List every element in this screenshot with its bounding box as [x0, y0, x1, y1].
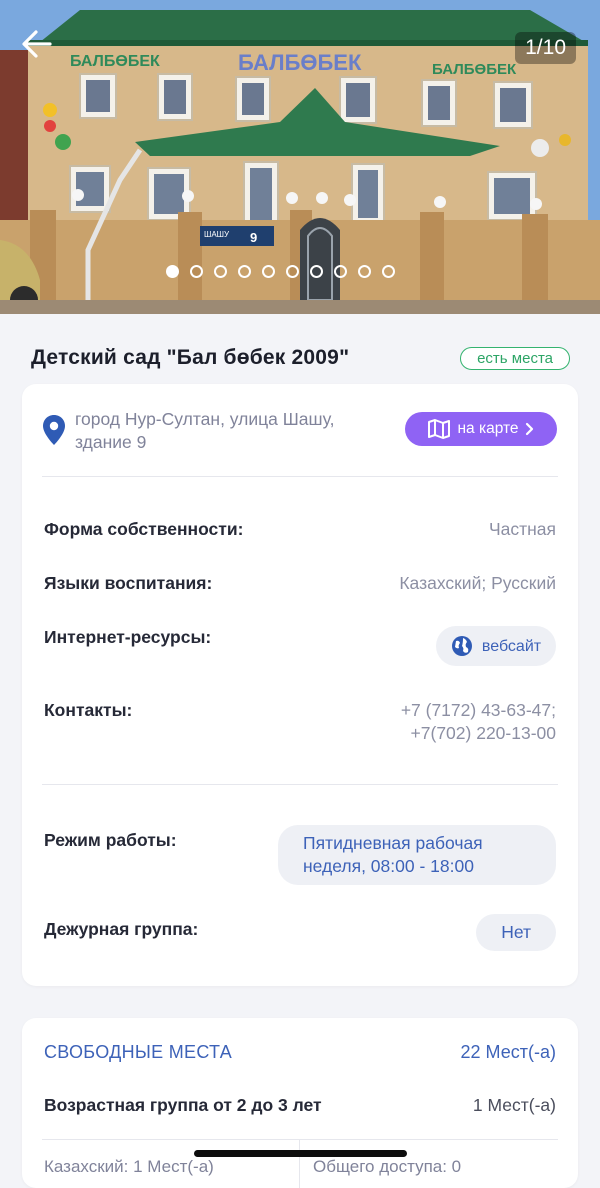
pagination-dot[interactable] [382, 265, 395, 278]
ownership-label: Форма собственности: [44, 519, 244, 539]
address-text: город Нур-Султан, улица Шашу, здание 9 [75, 408, 415, 454]
chevron-right-icon [525, 422, 533, 436]
photo-counter: 1/10 [515, 32, 576, 64]
location-pin-icon [43, 415, 65, 445]
globe-icon [451, 636, 472, 656]
divider [42, 1139, 558, 1140]
sign-left: БАЛБӨБЕК [70, 53, 160, 70]
work-mode-line-1: Пятидневная рабочая [303, 833, 483, 853]
work-mode-value: Пятидневная рабочая неделя, 08:00 - 18:0… [278, 825, 556, 885]
pagination-dot[interactable] [334, 265, 347, 278]
internet-resources-label: Интернет-ресурсы: [44, 627, 212, 647]
pagination-dot[interactable] [310, 265, 323, 278]
duty-group-label: Дежурная группа: [44, 919, 199, 939]
sign-right: БАЛБӨБЕК [432, 61, 517, 78]
pagination-dot[interactable] [214, 265, 227, 278]
work-mode-line-2: неделя, 08:00 - 18:00 [303, 856, 474, 876]
page-title: Детский сад "Бал бөбек 2009" [31, 346, 350, 369]
pagination-dot[interactable] [358, 265, 371, 278]
contacts-value[interactable]: +7 (7172) 43-63-47; +7(702) 220-13-00 [401, 699, 556, 745]
map-button-label: на карте [457, 420, 519, 437]
languages-label: Языки воспитания: [44, 573, 213, 593]
show-on-map-button[interactable]: на карте [405, 412, 557, 446]
pagination-dot[interactable] [190, 265, 203, 278]
back-button[interactable] [22, 30, 66, 70]
availability-badge: есть места [460, 346, 570, 370]
free-places-title: СВОБОДНЫЕ МЕСТА [44, 1042, 233, 1062]
website-button[interactable]: вебсайт [436, 626, 556, 666]
street-plate-text: ШАШУ [204, 230, 230, 239]
kazakh-places: Казахский: 1 Мест(-а) [44, 1157, 214, 1176]
free-places-card: СВОБОДНЫЕ МЕСТА 22 Мест(-а) Возрастная г… [22, 1018, 578, 1188]
pagination-dot[interactable] [238, 265, 251, 278]
age-group-label: Возрастная группа от 2 до 3 лет [44, 1095, 322, 1115]
contacts-label: Контакты: [44, 700, 133, 720]
general-places: Общего доступа: 0 [313, 1157, 462, 1176]
sign-center: БАЛБӨБЕК [238, 50, 362, 75]
free-places-count: 22 Мест(-а) [460, 1042, 556, 1062]
gallery-pagination[interactable] [166, 265, 395, 278]
vertical-divider [299, 1140, 300, 1188]
divider [42, 476, 558, 477]
phone-1[interactable]: +7 (7172) 43-63-47; [401, 699, 556, 722]
address-line-1: город Нур-Султан, улица Шашу, [75, 409, 335, 429]
duty-group-value: Нет [476, 914, 556, 951]
languages-value: Казахский; Русский [399, 573, 556, 593]
work-mode-label: Режим работы: [44, 830, 177, 850]
address-line-2: здание 9 [75, 432, 147, 452]
arrow-left-icon [22, 30, 52, 58]
photo-gallery[interactable]: БАЛБӨБЕК БАЛБӨБЕК БАЛБӨБЕК ШАШУ 9 1/10 [0, 0, 600, 314]
phone-2[interactable]: +7(702) 220-13-00 [401, 722, 556, 745]
info-card: город Нур-Султан, улица Шашу, здание 9 н… [22, 384, 578, 986]
pagination-dot[interactable] [286, 265, 299, 278]
divider [42, 784, 558, 785]
home-indicator [194, 1150, 407, 1157]
ownership-value: Частная [488, 519, 556, 539]
pagination-dot[interactable] [166, 265, 179, 278]
street-plate-number: 9 [250, 230, 257, 245]
address-row: город Нур-Султан, улица Шашу, здание 9 н… [42, 408, 558, 458]
title-row: Детский сад "Бал бөбек 2009" есть места [31, 340, 570, 376]
map-icon [428, 419, 451, 439]
website-button-label: вебсайт [481, 637, 542, 655]
age-group-count: 1 Мест(-а) [472, 1095, 556, 1115]
pagination-dot[interactable] [262, 265, 275, 278]
